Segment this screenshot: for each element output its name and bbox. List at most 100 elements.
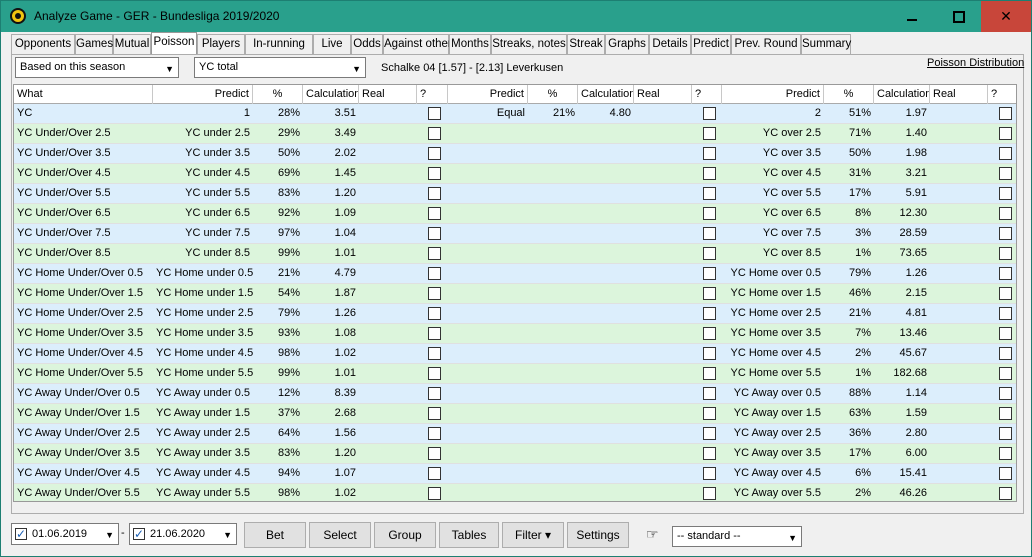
type-select[interactable]: YC total ▼ xyxy=(194,57,366,78)
row-checkbox[interactable] xyxy=(428,467,441,480)
row-checkbox[interactable] xyxy=(428,307,441,320)
table-row[interactable]: YC Under/Over 4.5 YC under 4.5 69% 1.45 YC o… xyxy=(14,164,1016,184)
tables-button[interactable]: Tables xyxy=(439,522,499,548)
row-checkbox[interactable] xyxy=(428,447,441,460)
row-checkbox[interactable] xyxy=(999,267,1012,280)
table-row[interactable]: YC Away Under/Over 1.5 YC Away under 1.5 3… xyxy=(14,404,1016,424)
tab-details[interactable]: Details xyxy=(649,34,691,54)
row-checkbox[interactable] xyxy=(428,127,441,140)
row-checkbox[interactable] xyxy=(428,287,441,300)
table-row[interactable]: YC 1 28% 3.51 Equal 21% 4.80 2 51% 1.97 xyxy=(14,104,1016,124)
select-button[interactable]: Select xyxy=(309,522,371,548)
table-row[interactable]: YC Away Under/Over 0.5 YC Away under 0.5 1… xyxy=(14,384,1016,404)
tab-streak[interactable]: Streak xyxy=(567,34,605,54)
row-checkbox[interactable] xyxy=(428,267,441,280)
row-checkbox[interactable] xyxy=(703,147,716,160)
tab-graphs[interactable]: Graphs xyxy=(605,34,649,54)
row-checkbox[interactable] xyxy=(999,207,1012,220)
row-checkbox[interactable] xyxy=(999,107,1012,120)
maximize-button[interactable] xyxy=(935,1,981,32)
table-row[interactable]: YC Under/Over 5.5 YC under 5.5 83% 1.20 YC o… xyxy=(14,184,1016,204)
title-bar[interactable]: Analyze Game - GER - Bundesliga 2019/202… xyxy=(1,1,1031,32)
row-checkbox[interactable] xyxy=(703,347,716,360)
row-checkbox[interactable] xyxy=(999,247,1012,260)
table-row[interactable]: YC Under/Over 7.5 YC under 7.5 97% 1.04 YC o… xyxy=(14,224,1016,244)
column-header[interactable]: Predict xyxy=(722,85,824,104)
table-row[interactable]: YC Home Under/Over 4.5 YC Home under 4.5 9… xyxy=(14,344,1016,364)
row-checkbox[interactable] xyxy=(999,307,1012,320)
row-checkbox[interactable] xyxy=(703,487,716,500)
row-checkbox[interactable] xyxy=(999,287,1012,300)
tab-summary[interactable]: Summary xyxy=(801,34,851,54)
tab-opponents[interactable]: Opponents xyxy=(11,34,75,54)
row-checkbox[interactable] xyxy=(428,107,441,120)
row-checkbox[interactable] xyxy=(428,487,441,500)
row-checkbox[interactable] xyxy=(999,407,1012,420)
row-checkbox[interactable] xyxy=(428,327,441,340)
row-checkbox[interactable] xyxy=(428,407,441,420)
table-row[interactable]: YC Under/Over 3.5 YC under 3.5 50% 2.02 YC o… xyxy=(14,144,1016,164)
column-header[interactable]: % xyxy=(824,85,874,104)
row-checkbox[interactable] xyxy=(703,287,716,300)
tab-months[interactable]: Months xyxy=(449,34,491,54)
row-checkbox[interactable] xyxy=(703,107,716,120)
row-checkbox[interactable] xyxy=(703,247,716,260)
table-row[interactable]: YC Away Under/Over 4.5 YC Away under 4.5 9… xyxy=(14,464,1016,484)
settings-button[interactable]: Settings xyxy=(567,522,629,548)
tab-streaks-notes[interactable]: Streaks, notes xyxy=(491,34,567,54)
row-checkbox[interactable] xyxy=(703,267,716,280)
column-header[interactable]: Real xyxy=(359,85,417,104)
standard-select[interactable]: -- standard -- ▼ xyxy=(672,526,802,547)
row-checkbox[interactable] xyxy=(999,387,1012,400)
table-row[interactable]: YC Away Under/Over 2.5 YC Away under 2.5 6… xyxy=(14,424,1016,444)
row-checkbox[interactable] xyxy=(428,347,441,360)
row-checkbox[interactable] xyxy=(428,147,441,160)
row-checkbox[interactable] xyxy=(999,467,1012,480)
column-header[interactable]: ? xyxy=(988,85,1016,104)
column-header[interactable]: Calculation xyxy=(578,85,634,104)
column-header[interactable]: ? xyxy=(692,85,722,104)
bet-button[interactable]: Bet xyxy=(244,522,306,548)
row-checkbox[interactable] xyxy=(999,487,1012,500)
tab-live[interactable]: Live xyxy=(313,34,351,54)
row-checkbox[interactable] xyxy=(428,387,441,400)
row-checkbox[interactable] xyxy=(703,387,716,400)
column-header[interactable]: Calculation xyxy=(303,85,359,104)
tab-against-other[interactable]: Against other xyxy=(383,34,452,54)
column-header[interactable]: Predict xyxy=(153,85,253,104)
table-row[interactable]: YC Under/Over 2.5 YC under 2.5 29% 3.49 YC o… xyxy=(14,124,1016,144)
row-checkbox[interactable] xyxy=(999,327,1012,340)
row-checkbox[interactable] xyxy=(703,407,716,420)
tab-predict[interactable]: Predict xyxy=(691,34,731,54)
table-row[interactable]: YC Home Under/Over 2.5 YC Home under 2.5 7… xyxy=(14,304,1016,324)
date-to-picker[interactable]: 21.06.2020 ▼ xyxy=(129,523,237,545)
row-checkbox[interactable] xyxy=(999,447,1012,460)
row-checkbox[interactable] xyxy=(703,227,716,240)
tab-mutual[interactable]: Mutual xyxy=(113,34,151,54)
tab-poisson[interactable]: Poisson xyxy=(151,32,197,54)
row-checkbox[interactable] xyxy=(703,167,716,180)
table-row[interactable]: YC Home Under/Over 1.5 YC Home under 1.5 5… xyxy=(14,284,1016,304)
row-checkbox[interactable] xyxy=(999,427,1012,440)
row-checkbox[interactable] xyxy=(428,167,441,180)
row-checkbox[interactable] xyxy=(999,187,1012,200)
date-from-picker[interactable]: 01.06.2019 ▼ xyxy=(11,523,119,545)
table-row[interactable]: YC Home Under/Over 0.5 YC Home under 0.5 2… xyxy=(14,264,1016,284)
table-row[interactable]: YC Away Under/Over 3.5 YC Away under 3.5 8… xyxy=(14,444,1016,464)
tab-odds[interactable]: Odds xyxy=(351,34,383,54)
row-checkbox[interactable] xyxy=(428,247,441,260)
column-header[interactable]: ? xyxy=(417,85,448,104)
table-row[interactable]: YC Home Under/Over 5.5 YC Home under 5.5 9… xyxy=(14,364,1016,384)
tab-players[interactable]: Players xyxy=(197,34,245,54)
row-checkbox[interactable] xyxy=(703,427,716,440)
group-button[interactable]: Group xyxy=(374,522,436,548)
column-header[interactable]: What xyxy=(14,85,153,104)
column-header[interactable]: % xyxy=(528,85,578,104)
row-checkbox[interactable] xyxy=(703,127,716,140)
column-header[interactable]: % xyxy=(253,85,303,104)
row-checkbox[interactable] xyxy=(703,207,716,220)
row-checkbox[interactable] xyxy=(999,127,1012,140)
close-button[interactable]: ✕ xyxy=(981,1,1031,32)
row-checkbox[interactable] xyxy=(703,327,716,340)
row-checkbox[interactable] xyxy=(999,167,1012,180)
